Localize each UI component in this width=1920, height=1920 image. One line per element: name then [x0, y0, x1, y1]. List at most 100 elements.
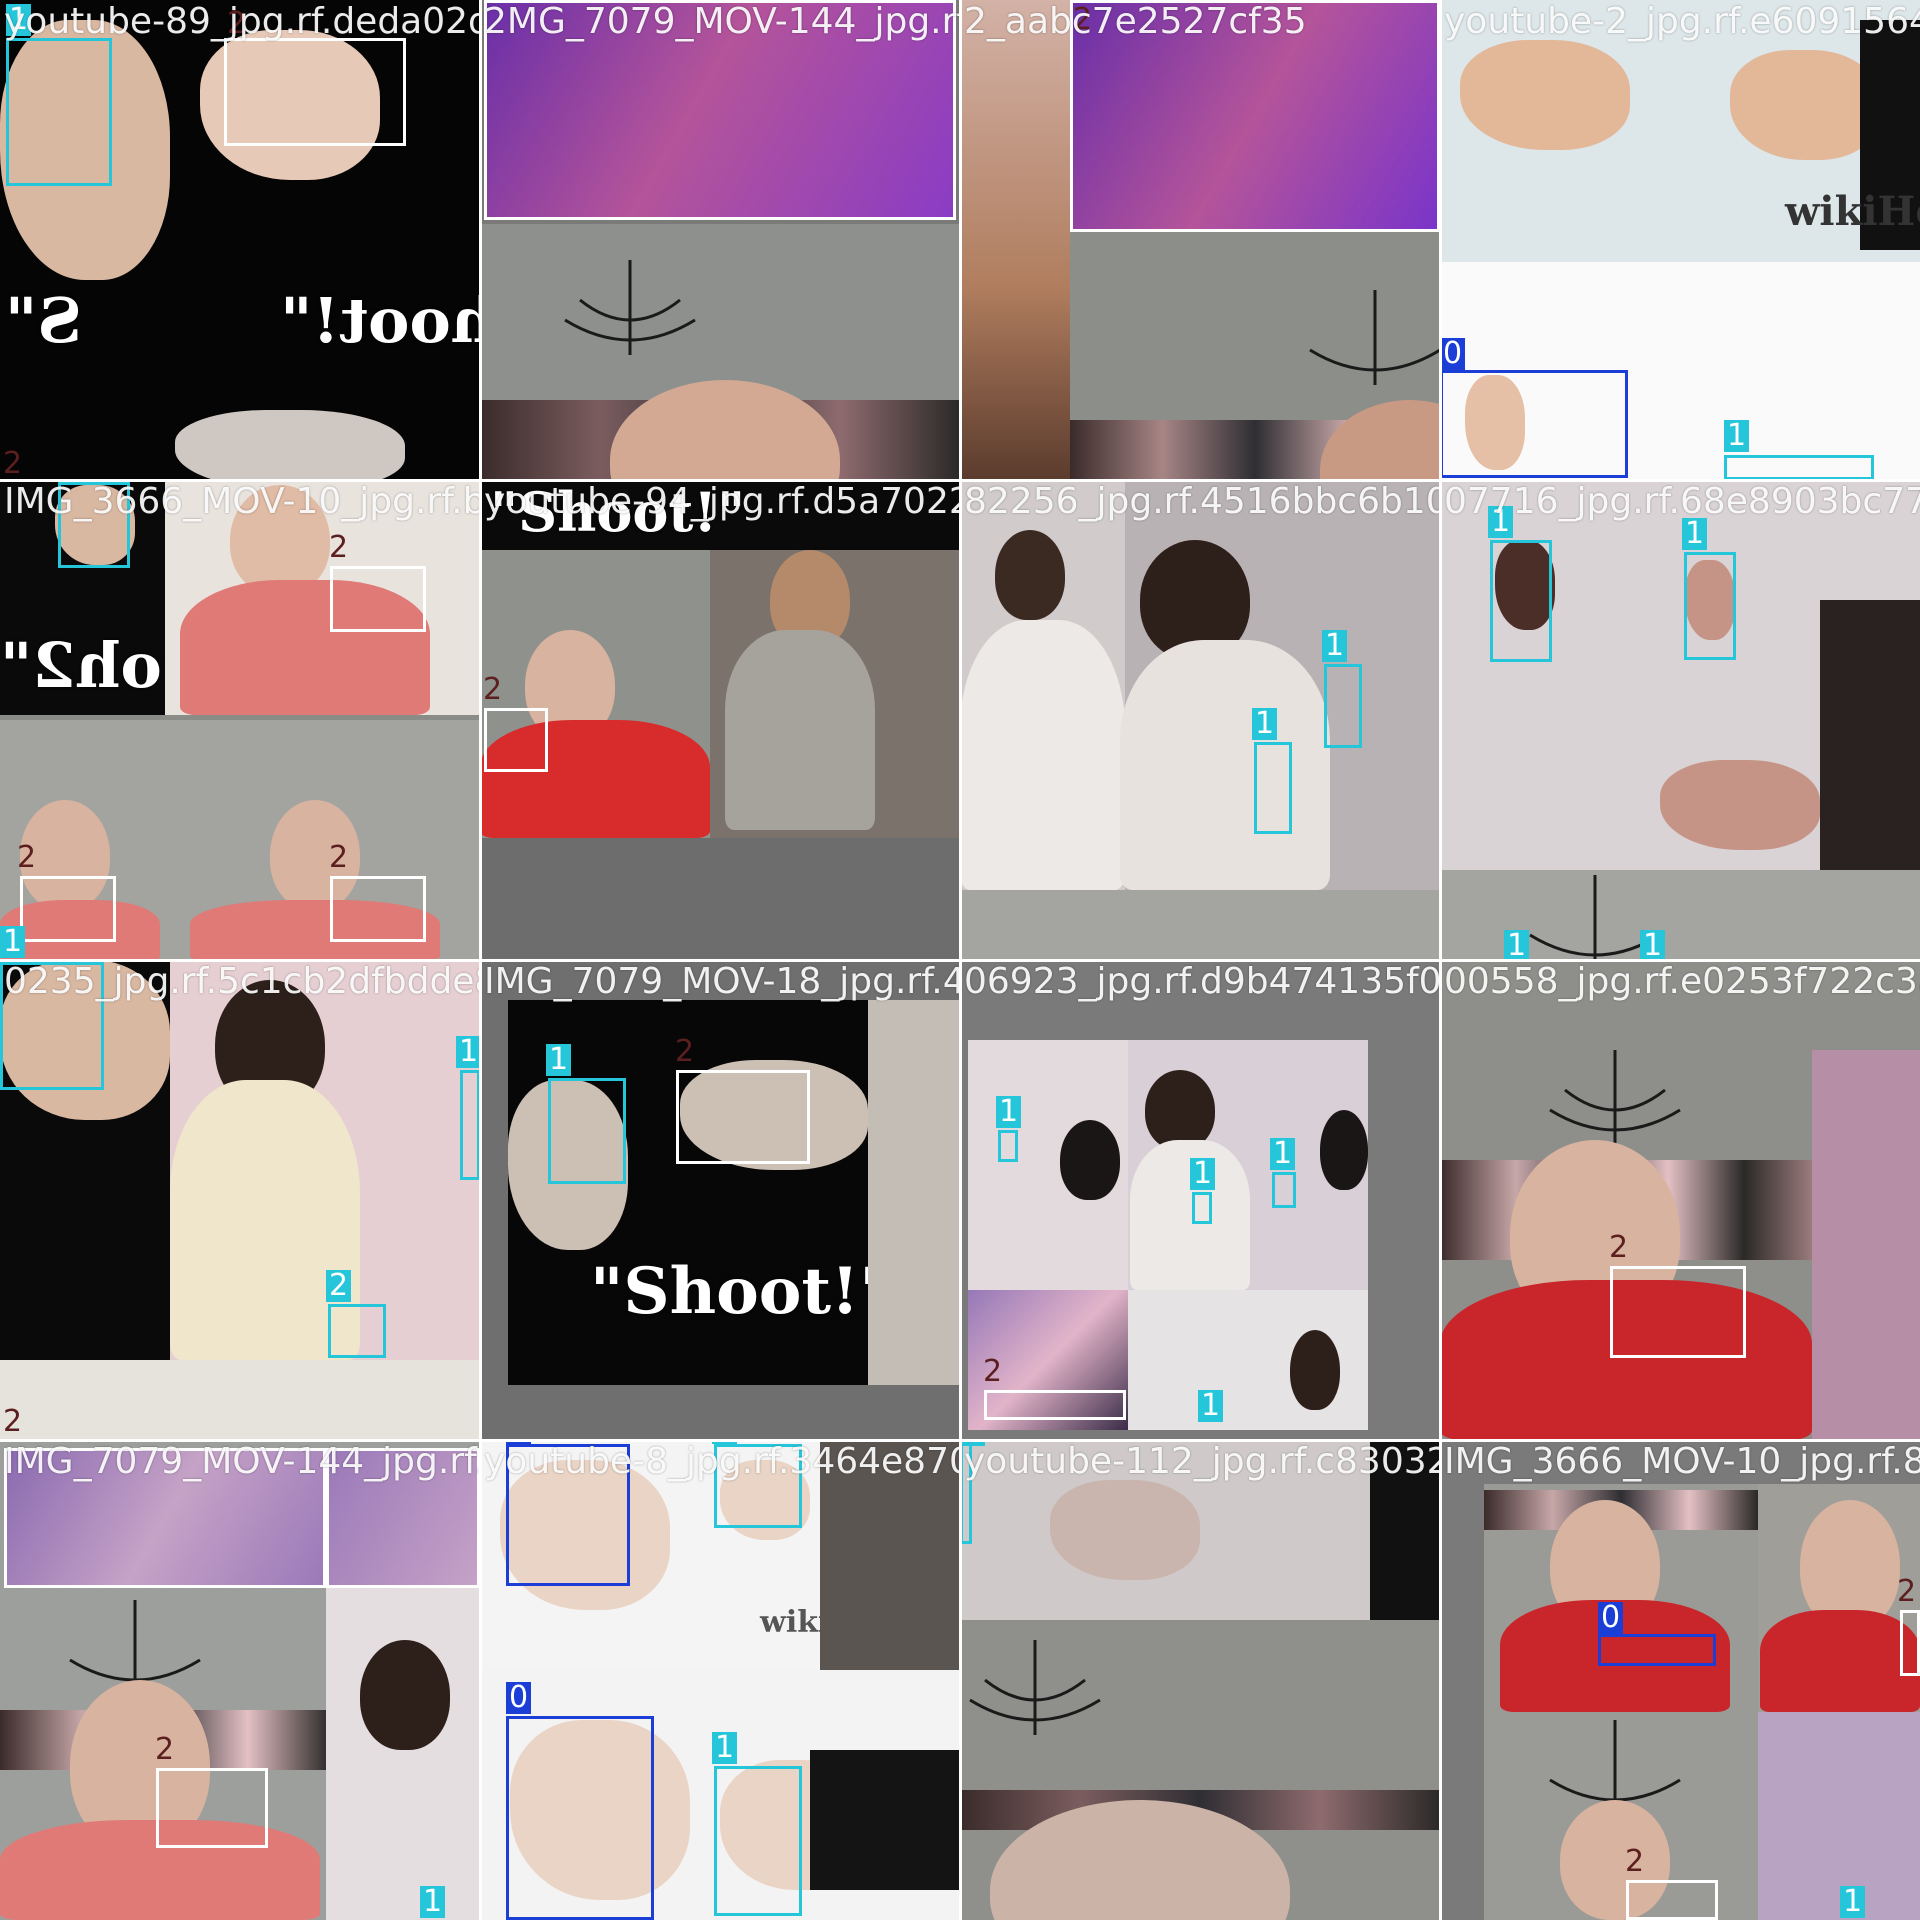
mosaic-tile[interactable]: 2 00558_jpg.rf.e0253f722c3a04 [1440, 960, 1920, 1440]
detection-box-class-1[interactable] [1272, 1172, 1296, 1208]
detection-box-class-1[interactable] [714, 1444, 802, 1528]
face-image [360, 1640, 450, 1750]
detection-label: 1 [1724, 420, 1750, 452]
detection-box-class-2[interactable] [330, 876, 426, 942]
mosaic-tile[interactable]: oh2" 1 2 2 2 1 IMG_3666_MOV-10_jpg.rf.b [0, 480, 480, 960]
detection-label: 2 [983, 1354, 1003, 1389]
detection-label: 1 [6, 4, 32, 36]
detection-box-class-2[interactable] [330, 566, 426, 632]
caption-text: S" [5, 284, 83, 357]
detection-label: 1 [1682, 518, 1708, 550]
detection-box-class-0[interactable] [506, 1444, 630, 1586]
inset-image [1370, 1440, 1440, 1620]
inset-image [1812, 1050, 1920, 1440]
detection-label: 1 [1270, 1138, 1296, 1170]
detection-box-class-1[interactable] [1254, 742, 1292, 834]
inset-image [326, 1448, 480, 1588]
detection-box-class-2[interactable] [1626, 1880, 1718, 1920]
caption-text: "Shoot!" [280, 284, 480, 357]
detection-label: 2 [1609, 1230, 1629, 1265]
detection-label: 2 [483, 672, 503, 707]
mosaic-tile[interactable]: 1 1 2 2 0235_jpg.rf.5c1cb2dfbdde8 [0, 960, 480, 1440]
detection-label: 1 [456, 1036, 480, 1068]
mosaic-tile[interactable]: "Shoot!" 2 youtube-94_jpg.rf.d5a7022 [480, 480, 960, 960]
inset-image [960, 0, 1070, 480]
detection-label: 2 [1897, 1574, 1917, 1609]
torso-image [1120, 640, 1330, 890]
mosaic-tile[interactable]: 2 1 IMG_7079_MOV-144_jpg.rf. [0, 1440, 480, 1920]
hand-image [1460, 40, 1630, 150]
detection-box-class-2[interactable] [984, 1390, 1126, 1420]
detection-label: 2 [329, 530, 349, 565]
inset-image [1758, 1712, 1920, 1920]
mosaic-tile[interactable]: 1 youtube-112_jpg.rf.c83032a3 [960, 1440, 1440, 1920]
mosaic-tile[interactable]: wikiHow 0 1 0 1 youtube-8_jpg.rf.3464e87… [480, 1440, 960, 1920]
detection-box-class-0[interactable] [1598, 1634, 1716, 1666]
detection-box-class-2[interactable] [1900, 1610, 1920, 1676]
caption-text: "Shoot!" [590, 1254, 893, 1329]
detection-box-class-1[interactable] [6, 38, 112, 186]
mosaic-grid: "Shoot!" S" 1 2 2 youtube-89_jpg.rf.deda… [0, 0, 1920, 1920]
detection-box-class-1[interactable] [714, 1766, 802, 1916]
sleeve [810, 1750, 960, 1890]
detection-box-class-2[interactable] [20, 876, 116, 942]
mosaic-tile[interactable]: 1 1 82256_jpg.rf.4516bbc6b100b5 [960, 480, 1440, 960]
inset-image [4, 1448, 326, 1588]
mosaic-tile[interactable]: 1 1 1 1 07716_jpg.rf.68e8903bc77fa5 [1440, 480, 1920, 960]
inset-image [0, 1360, 480, 1440]
detection-label: 0 [506, 1682, 532, 1714]
detection-box-class-1[interactable] [328, 1304, 386, 1358]
inset-image [960, 890, 1440, 960]
detection-label: 2 [3, 1404, 23, 1439]
mosaic-tile[interactable]: 2 2_aabc7e2527cf35 [960, 0, 1440, 480]
detection-label: 1 [1640, 930, 1666, 960]
detection-box-class-0[interactable] [506, 1716, 654, 1920]
detection-box-class-1[interactable] [1192, 1192, 1212, 1224]
face-image [1145, 1070, 1215, 1150]
detection-label: 1 [1488, 506, 1514, 538]
inset-image [1070, 0, 1440, 232]
detection-box-class-2[interactable] [484, 708, 548, 772]
grid-divider [0, 479, 1920, 482]
caption-text: oh2" [0, 629, 162, 702]
detection-label: 1 [1840, 1886, 1866, 1918]
hand-image [1050, 1480, 1200, 1580]
detection-box-class-1[interactable] [0, 962, 104, 1090]
detection-box-class-2[interactable] [1610, 1266, 1746, 1358]
detection-box-class-2[interactable] [156, 1768, 268, 1848]
torso-image [725, 630, 875, 830]
detection-box-class-0[interactable] [1440, 370, 1628, 478]
detection-box-class-1[interactable] [1724, 455, 1874, 480]
mosaic-tile[interactable]: 1 1 1 2 1 06923_jpg.rf.d9b474135f0e94 [960, 960, 1440, 1440]
detection-box-class-1[interactable] [1324, 664, 1362, 748]
inset-image [326, 1588, 480, 1920]
detection-box-class-2[interactable] [676, 1070, 810, 1164]
detection-box-class-1[interactable] [1490, 540, 1552, 662]
detection-box-class-1[interactable] [1684, 552, 1736, 660]
detection-label: 2 [155, 1732, 175, 1767]
detection-label: 2 [17, 840, 37, 875]
mosaic-tile[interactable]: 2MG_7079_MOV-144_jpg.rf.9c3 [480, 0, 960, 480]
detection-box-class-1[interactable] [460, 1070, 480, 1180]
detection-label: 2 [1625, 1844, 1645, 1879]
inset-image [820, 1440, 960, 1670]
mosaic-tile[interactable]: 0 2 2 1 IMG_3666_MOV-10_jpg.rf.8 [1440, 1440, 1920, 1920]
detection-label: 1 [546, 1044, 572, 1076]
face-image [230, 485, 330, 595]
detection-label: 1 [420, 1886, 446, 1918]
face-image [1290, 1330, 1340, 1410]
caption-text: "Shoot!" [490, 480, 746, 544]
mosaic-tile[interactable]: wikiHow 0 1 youtube-2_jpg.rf.e6091564a [1440, 0, 1920, 480]
torso-image [960, 620, 1125, 890]
detection-label: 1 [1198, 1390, 1224, 1422]
detection-box-class-2[interactable] [224, 38, 406, 146]
detection-box-class-1[interactable] [58, 482, 130, 568]
chandelier-image [1309, 290, 1440, 385]
detection-label: 2 [3, 446, 23, 480]
detection-box-class-1[interactable] [998, 1130, 1018, 1162]
face-image [1320, 1110, 1368, 1190]
mosaic-tile[interactable]: "Shoot!" 1 2 IMG_7079_MOV-18_jpg.rf.4 [480, 960, 960, 1440]
detection-box-class-1[interactable] [548, 1078, 626, 1184]
mosaic-tile[interactable]: "Shoot!" S" 1 2 2 youtube-89_jpg.rf.deda… [0, 0, 480, 480]
detection-label: 1 [712, 1732, 738, 1764]
